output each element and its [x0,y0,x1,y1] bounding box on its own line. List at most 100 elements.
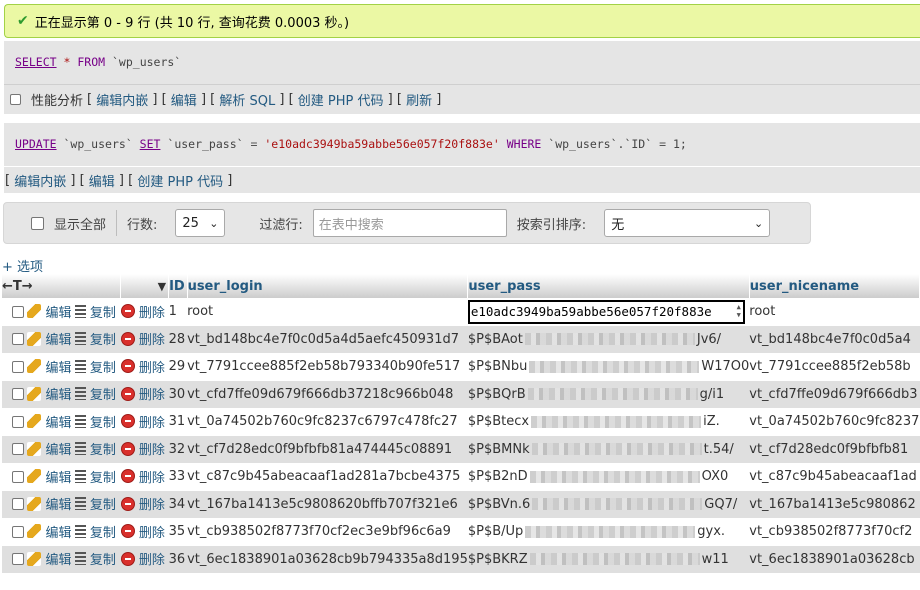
row-checkbox[interactable] [12,415,24,428]
edit-link[interactable]: 编辑 [171,90,197,109]
cell-user-login[interactable]: vt_0a74502b760c9fc8237c6797c478fc27 [187,408,468,436]
cell-user-nicename[interactable]: vt_cf7d28edc0f9bfbfb81 [749,435,920,463]
cell-id[interactable]: 31 [168,408,188,436]
cell-id[interactable]: 30 [168,380,188,408]
cell-id[interactable]: 1 [168,298,188,326]
copy-row-button[interactable]: 复制 [74,302,116,321]
cell-user-nicename[interactable]: vt_6ec1838901a03628cb [749,545,920,573]
sql-keyword-select[interactable]: SELECT [15,55,57,69]
cell-user-pass[interactable]: $P$BVn.6 GQ7/ [467,490,750,518]
copy-row-button[interactable]: 复制 [74,467,116,486]
copy-row-button[interactable]: 复制 [74,522,116,541]
cell-id[interactable]: 35 [168,518,188,546]
cell-user-login[interactable]: vt_bd148bc4e7f0c0d5a4d5aefc450931d7 [187,325,468,353]
edit-row-button[interactable]: 编辑 [27,522,71,541]
refresh-link[interactable]: 刷新 [406,90,432,109]
row-checkbox[interactable] [12,360,24,373]
cell-user-nicename[interactable]: root [749,298,920,326]
cell-id[interactable]: 36 [168,545,188,573]
delete-row-button[interactable]: 删除 [120,522,165,541]
cell-user-login[interactable]: vt_cb938502f8773f70cf2ec3e9bf96c6a9 [187,518,468,546]
copy-row-button[interactable]: 复制 [74,329,116,348]
cell-user-nicename[interactable]: vt_cfd7ffe09d679f666db3 [749,380,920,408]
copy-row-button[interactable]: 复制 [74,357,116,376]
cell-id[interactable]: 33 [168,463,188,491]
row-checkbox[interactable] [12,305,24,318]
cell-user-login[interactable]: vt_cfd7ffe09d679f666db37218c966b048 [187,380,468,408]
inline-edit-link[interactable]: 编辑内嵌 [96,90,148,109]
delete-row-button[interactable]: 删除 [120,412,165,431]
cell-id[interactable]: 29 [168,353,188,381]
row-checkbox[interactable] [12,443,24,456]
create-php-link[interactable]: 创建 PHP 代码 [298,90,384,109]
resize-handle-icon[interactable]: ▲ ▼ [737,303,741,319]
row-checkbox[interactable] [12,553,24,566]
cell-user-pass[interactable]: $P$BNbu W17O0 [467,353,750,381]
row-checkbox[interactable] [12,333,24,346]
col-header-user-nicename[interactable]: user_nicename [749,274,920,298]
explain-sql-link[interactable]: 解析 SQL [219,90,275,109]
copy-row-button[interactable]: 复制 [74,494,116,513]
edit-row-button[interactable]: 编辑 [27,384,71,403]
cell-user-nicename[interactable]: vt_cb938502f8773f70cf2 [749,518,920,546]
options-toggle[interactable]: + 选项 [2,256,43,275]
delete-row-button[interactable]: 删除 [120,329,165,348]
cell-user-nicename[interactable]: vt_0a74502b760c9fc8237 [749,408,920,436]
cell-user-nicename[interactable]: vt_167ba1413e5c980862 [749,490,920,518]
cell-user-pass[interactable]: $P$BQrB g/i1 [467,380,750,408]
cell-user-login[interactable]: vt_c87c9b45abeacaaf1ad281a7bcbe4375 [187,463,468,491]
delete-row-button[interactable]: 删除 [120,439,165,458]
edit-row-button[interactable]: 编辑 [27,549,71,568]
sort-select[interactable]: 无 ⌄ [604,209,771,237]
copy-row-button[interactable]: 复制 [74,384,116,403]
cell-user-login[interactable]: root [187,298,468,326]
sql-keyword-set[interactable]: SET [140,137,161,151]
sort-dropdown[interactable]: ▼ [120,274,170,298]
cell-user-pass[interactable]: $P$Btecx iZ. [467,408,750,436]
cell-user-nicename[interactable]: vt_7791ccee885f2eb58b [749,353,920,381]
delete-row-button[interactable]: 删除 [120,302,165,321]
edit-row-button[interactable]: 编辑 [27,329,71,348]
update-create-php-link[interactable]: 创建 PHP 代码 [137,171,223,190]
cell-id[interactable]: 34 [168,490,188,518]
row-checkbox[interactable] [12,498,24,511]
edit-row-button[interactable]: 编辑 [27,412,71,431]
user-pass-edit-input[interactable]: e10adc3949ba59abbe56e057f20f883e ▲ ▼ [467,299,745,324]
col-header-user-pass[interactable]: user_pass [467,274,750,298]
update-inline-edit-link[interactable]: 编辑内嵌 [14,171,66,190]
rows-select[interactable]: 25 ⌄ [175,209,226,237]
cell-user-pass[interactable]: $P$BAot Jv6/ [467,325,750,353]
edit-row-button[interactable]: 编辑 [27,357,71,376]
cell-user-login[interactable]: vt_6ec1838901a03628cb9b794335a8d195 [187,545,468,573]
cell-user-pass[interactable]: $P$BKRZ w11 [467,545,750,573]
row-checkbox[interactable] [12,388,24,401]
filter-input[interactable]: 在表中搜索 [312,209,507,237]
col-header-id[interactable]: ID [168,274,188,298]
delete-row-button[interactable]: 删除 [120,467,165,486]
row-checkbox[interactable] [12,470,24,483]
cell-user-login[interactable]: vt_7791ccee885f2eb58b793340b90fe517 [187,353,468,381]
profiling-checkbox[interactable] [10,94,21,105]
delete-row-button[interactable]: 删除 [120,384,165,403]
cell-user-nicename[interactable]: vt_c87c9b45abeacaaf1ad [749,463,920,491]
cell-user-pass[interactable]: $P$BMNk t.54/ [467,435,750,463]
cell-user-login[interactable]: vt_cf7d28edc0f9bfbfb81a474445c08891 [187,435,468,463]
column-arrows[interactable]: ←T→ [2,274,122,298]
column-resize-icon[interactable]: ←T→ [2,279,33,294]
cell-user-login[interactable]: vt_167ba1413e5c9808620bffb707f321e6 [187,490,468,518]
cell-user-pass[interactable]: e10adc3949ba59abbe56e057f20f883e ▲ ▼ [467,298,750,326]
copy-row-button[interactable]: 复制 [74,549,116,568]
delete-row-button[interactable]: 删除 [120,494,165,513]
delete-row-button[interactable]: 删除 [120,549,165,568]
cell-id[interactable]: 32 [168,435,188,463]
cell-user-pass[interactable]: $P$B2nD OX0 [467,463,750,491]
col-header-user-login[interactable]: user_login [187,274,469,298]
copy-row-button[interactable]: 复制 [74,412,116,431]
cell-user-pass[interactable]: $P$B/Up gyx. [467,518,750,546]
copy-row-button[interactable]: 复制 [74,439,116,458]
delete-row-button[interactable]: 删除 [120,357,165,376]
edit-row-button[interactable]: 编辑 [27,439,71,458]
cell-id[interactable]: 28 [168,325,188,353]
row-checkbox[interactable] [12,525,24,538]
edit-row-button[interactable]: 编辑 [27,302,71,321]
